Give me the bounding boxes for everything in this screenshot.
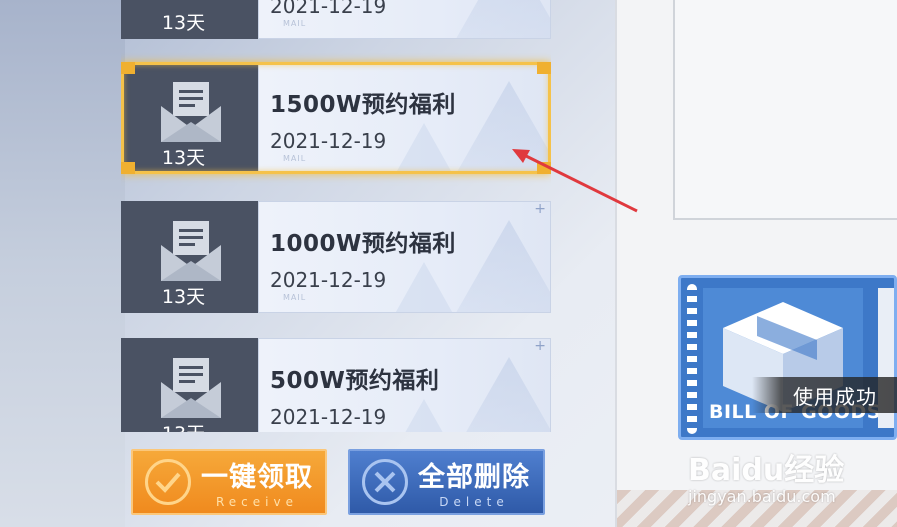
delete-button-label: 全部删除 [418, 462, 530, 493]
delete-all-button[interactable]: 全部删除 Delete [348, 449, 545, 515]
mail-title: 1000W预约福利 [270, 231, 456, 257]
mail-title: 500W预约福利 [270, 368, 440, 394]
mail-icon-panel: 13天 [121, 0, 258, 39]
mail-icon-panel: 13天 [121, 62, 258, 174]
mail-content: 500W预约福利 2021-12-19 + [258, 338, 551, 432]
expiry-days: 13天 [161, 12, 206, 34]
ticket-perforation [687, 284, 697, 434]
plus-icon: + [534, 201, 546, 217]
mail-date: 2021-12-19 [270, 0, 387, 18]
envelope-icon [161, 358, 221, 418]
mail-icon-panel: 13天 [121, 201, 258, 313]
mail-content: 1000W预约福利 2021-12-19 MAIL + [258, 201, 551, 313]
mail-content: 2021-12-19 MAIL + [258, 0, 551, 39]
mail-icon-panel: 13天 [121, 338, 258, 432]
x-circle-icon [362, 459, 408, 505]
toast-text: 使用成功 [793, 384, 877, 409]
selection-corner [537, 162, 551, 174]
success-toast: 使用成功 [752, 377, 897, 413]
mail-watermark: MAIL [283, 19, 307, 28]
watermark-logo: Baidu经验 [688, 453, 845, 488]
expiry-days: 13天 [121, 419, 246, 432]
expiry-days: 13天 [161, 286, 206, 308]
detail-content-box [673, 0, 897, 220]
receive-all-button[interactable]: 一键领取 Receive [131, 449, 327, 515]
envelope-icon [161, 82, 221, 142]
reward-item-card[interactable]: BILL OF GOODS [678, 275, 897, 440]
selection-corner [121, 62, 135, 74]
mail-list: 13天 2021-12-19 MAIL + 13天 1500W预约福利 [121, 0, 551, 432]
selection-corner [121, 162, 135, 174]
background-left [0, 0, 125, 527]
mail-item-selected[interactable]: 13天 1500W预约福利 2021-12-19 MAIL [121, 62, 551, 174]
envelope-icon [161, 221, 221, 281]
mail-date: 2021-12-19 [270, 268, 387, 292]
receive-button-sublabel: Receive [216, 495, 298, 509]
mail-date: 2021-12-19 [270, 405, 387, 429]
mail-item[interactable]: 13天 500W预约福利 2021-12-19 + [121, 338, 551, 432]
mail-content: 1500W预约福利 2021-12-19 MAIL [258, 62, 551, 174]
expiry-days: 13天 [161, 147, 206, 169]
watermark-url: jingyan.baidu.com [688, 487, 836, 506]
mail-watermark: MAIL [283, 154, 307, 163]
mail-date: 2021-12-19 [270, 129, 387, 153]
selection-corner [537, 62, 551, 74]
check-circle-icon [145, 459, 191, 505]
mail-item[interactable]: 13天 2021-12-19 MAIL + [121, 0, 551, 39]
plus-icon: + [534, 338, 546, 354]
mail-item[interactable]: 13天 1000W预约福利 2021-12-19 MAIL + [121, 201, 551, 313]
site-watermark: Baidu经验 jingyan.baidu.com [688, 445, 888, 515]
delete-button-sublabel: Delete [439, 495, 509, 509]
mail-watermark: MAIL [283, 293, 307, 302]
receive-button-label: 一键领取 [201, 462, 313, 493]
mail-title: 1500W预约福利 [270, 92, 456, 118]
